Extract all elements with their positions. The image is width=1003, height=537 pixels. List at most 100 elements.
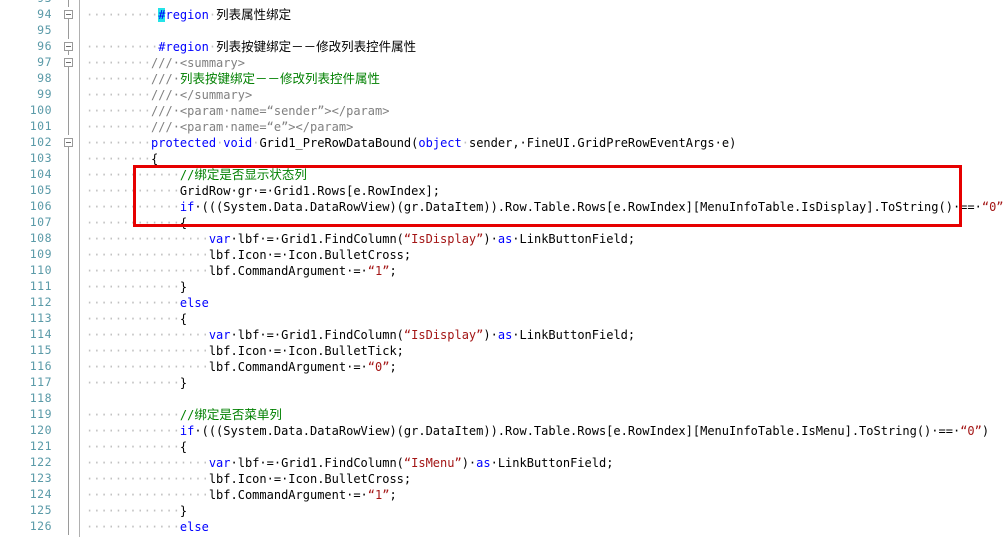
code-token: lbf.CommandArgument·=· — [208, 264, 368, 278]
code-line[interactable]: ·················lbf.CommandArgument·=·“… — [86, 263, 397, 279]
line-number: 126 — [29, 519, 52, 533]
code-token: object — [418, 136, 462, 150]
code-line[interactable]: ·················var·lbf·=·Grid1.FindCol… — [86, 231, 635, 247]
code-line[interactable]: ·········{ — [86, 151, 158, 167]
code-line[interactable]: ·················var·lbf·=·Grid1.FindCol… — [86, 455, 613, 471]
indent-whitespace: ············· — [86, 216, 180, 230]
fold-guide-line — [68, 455, 69, 471]
code-token: 列表属性绑定 — [216, 7, 292, 22]
fold-guide-line — [68, 327, 69, 343]
line-number: 104 — [29, 167, 52, 181]
code-line[interactable]: ·················var·lbf·=·Grid1.FindCol… — [86, 327, 635, 343]
fold-collapse-icon[interactable] — [64, 42, 73, 51]
code-token: ·lbf·=·Grid1.FindColumn( — [230, 456, 404, 470]
line-number: 107 — [29, 215, 52, 229]
line-number: 114 — [29, 327, 52, 341]
indent-whitespace: ············· — [86, 504, 180, 518]
code-token: · — [208, 8, 217, 22]
code-line[interactable]: ·············{ — [86, 215, 187, 231]
code-line[interactable]: ·············//绑定是否显示状态列 — [86, 167, 307, 183]
code-line[interactable]: ·················lbf.Icon·=·Icon.BulletC… — [86, 471, 411, 487]
code-token: ; — [389, 360, 397, 374]
code-line[interactable]: ·········///·列表按键绑定－－修改列表控件属性 — [86, 71, 380, 87]
indent-whitespace: ·········· — [86, 0, 158, 6]
code-line[interactable]: ·········///·</summary> — [86, 87, 252, 103]
code-token: { — [179, 216, 188, 230]
indent-whitespace: ········· — [86, 136, 152, 150]
code-token: { — [179, 312, 188, 326]
line-number: 100 — [29, 103, 52, 117]
indent-whitespace: ············· — [86, 184, 180, 198]
indent-whitespace: ········· — [86, 56, 152, 70]
code-line[interactable]: ·············{ — [86, 439, 187, 455]
code-token: ·(((System.Data.DataRowView)(gr.DataItem… — [194, 424, 961, 438]
code-token: ·LinkButtonField; — [490, 456, 614, 470]
line-number: 123 — [29, 471, 52, 485]
code-token: lbf.CommandArgument·=· — [208, 360, 368, 374]
code-line[interactable]: ·········· — [86, 0, 158, 7]
code-line[interactable]: ·············} — [86, 279, 187, 295]
code-token: sender,·FineUI.GridPreRowEventArgs·e) — [468, 136, 737, 150]
code-line[interactable]: ·············} — [86, 375, 187, 391]
code-line[interactable]: ·········///·<param·name=“e”></param> — [86, 119, 353, 135]
line-number: 97 — [37, 55, 52, 69]
code-line[interactable]: ··········#region·列表按键绑定－－修改列表控件属性 — [86, 39, 416, 55]
fold-guide-line — [68, 407, 69, 423]
code-line[interactable]: ·············GridRow·gr·=·Grid1.Rows[e.R… — [86, 183, 440, 199]
code-line[interactable]: ·················lbf.CommandArgument·=·“… — [86, 487, 397, 503]
code-line[interactable]: ·············} — [86, 503, 187, 519]
fold-guide-line — [68, 199, 69, 215]
code-token: “0” — [960, 424, 982, 438]
fold-guide-line — [68, 343, 69, 359]
code-line[interactable]: ·················lbf.Icon·=·Icon.BulletT… — [86, 343, 404, 359]
line-number: 118 — [29, 391, 52, 405]
code-token: ) — [981, 424, 990, 438]
code-line[interactable]: ·········protected·void·Grid1_PreRowData… — [86, 135, 736, 151]
fold-guide-line — [68, 519, 69, 535]
code-token: if — [179, 200, 195, 214]
indent-whitespace: ········· — [86, 152, 152, 166]
line-number: 108 — [29, 231, 52, 245]
fold-collapse-icon[interactable] — [64, 138, 73, 147]
code-line[interactable]: ·············{ — [86, 311, 187, 327]
code-token: )· — [483, 232, 498, 246]
code-line[interactable]: ·············if·(((System.Data.DataRowVi… — [86, 423, 989, 439]
fold-guide-line — [68, 439, 69, 455]
fold-guide-line — [68, 471, 69, 487]
code-line[interactable]: ·········///·<summary> — [86, 55, 245, 71]
fold-collapse-icon[interactable] — [64, 10, 73, 19]
indent-whitespace: ············· — [86, 424, 180, 438]
code-token: var — [208, 232, 231, 246]
code-token: 列表按键绑定－－修改列表控件属性 — [179, 71, 380, 86]
code-line[interactable]: ·············else — [86, 519, 209, 535]
fold-guide-line — [68, 215, 69, 231]
line-number: 99 — [37, 87, 52, 101]
fold-margin[interactable] — [62, 0, 80, 537]
code-token: ·lbf·=·Grid1.FindColumn( — [230, 232, 404, 246]
code-line[interactable]: ·················lbf.CommandArgument·=·“… — [86, 359, 397, 375]
line-number: 111 — [29, 279, 52, 293]
line-number: 105 — [29, 183, 52, 197]
code-token: ///·<param·name=“e”></param> — [151, 120, 354, 134]
code-token: void — [223, 136, 253, 150]
code-line[interactable]: ·············else — [86, 295, 209, 311]
code-line[interactable]: ·············if·(((System.Data.DataRowVi… — [86, 199, 1003, 215]
code-token: ///· — [151, 72, 180, 86]
code-token: protected — [151, 136, 217, 150]
fold-collapse-icon[interactable] — [64, 58, 73, 67]
fold-guide-line — [68, 311, 69, 327]
line-number: 115 — [29, 343, 52, 357]
indent-whitespace: ················· — [86, 456, 209, 470]
indent-whitespace: ········· — [86, 120, 152, 134]
indent-whitespace: ·········· — [86, 40, 159, 54]
code-line[interactable]: ·················lbf.Icon·=·Icon.BulletC… — [86, 247, 411, 263]
code-line[interactable]: ·········///·<param·name=“sender”></para… — [86, 103, 389, 119]
code-token: “IsDisplay” — [403, 328, 484, 342]
code-line[interactable]: ··········#region·列表属性绑定 — [86, 7, 291, 23]
code-token: var — [208, 456, 231, 470]
code-editor[interactable]: 93··········94··········#region·列表属性绑定95… — [0, 0, 1003, 537]
code-line[interactable]: ·············//绑定是否菜单列 — [86, 407, 282, 423]
code-token: 绑定是否菜单列 — [194, 407, 282, 422]
indent-whitespace: ·········· — [86, 8, 159, 22]
indent-whitespace: ················· — [86, 488, 209, 502]
